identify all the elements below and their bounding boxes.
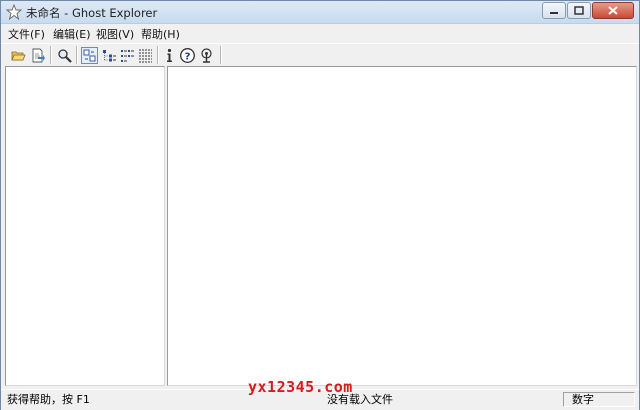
extract-icon (32, 48, 45, 63)
title-bar[interactable]: 未命名 - Ghost Explorer (1, 1, 639, 24)
open-icon (11, 51, 26, 61)
content-panes (1, 66, 639, 388)
status-file-text: 没有载入文件 (327, 393, 393, 406)
ghost-app-icon (6, 4, 22, 20)
toolbar-separator (50, 46, 52, 64)
details-view-button[interactable] (137, 47, 154, 64)
minimize-button[interactable] (542, 2, 566, 19)
window-title: 未命名 - Ghost Explorer (26, 6, 158, 20)
svg-text:?: ? (185, 52, 191, 63)
help-button[interactable]: ? (179, 47, 196, 64)
menu-help[interactable]: 帮助(H) (141, 26, 180, 42)
status-numlock: 数字 (563, 392, 635, 407)
wizard-icon (201, 48, 212, 63)
maximize-button[interactable] (567, 2, 591, 19)
tree-pane[interactable] (5, 66, 165, 386)
watermark-text: yx12345.com (248, 378, 353, 396)
toolbar-separator (220, 46, 222, 64)
menu-bar: 文件(F) 编辑(E) 视图(V) 帮助(H) (1, 24, 639, 42)
find-button[interactable] (56, 47, 73, 64)
details-view-icon (139, 49, 152, 63)
info-icon (167, 48, 172, 62)
file-list-pane[interactable] (167, 66, 637, 386)
list-view-icon (121, 50, 134, 62)
toolbar-separator (157, 46, 159, 64)
toolbar-separator (76, 46, 78, 64)
close-icon (608, 6, 618, 15)
menu-edit[interactable]: 编辑(E) (53, 26, 91, 42)
minimize-icon (550, 12, 558, 14)
main-window: 未命名 - Ghost Explorer 文件(F) 编辑(E) 视图(V) 帮… (0, 0, 640, 410)
maximize-icon (574, 6, 584, 15)
info-button[interactable] (161, 47, 178, 64)
extract-button[interactable] (29, 47, 46, 64)
tree-view-button[interactable] (101, 47, 118, 64)
tree-view-icon (103, 50, 116, 62)
open-button[interactable] (10, 47, 27, 64)
close-button[interactable] (592, 2, 634, 19)
wizard-button[interactable] (198, 47, 215, 64)
toolbar: ? (1, 43, 639, 67)
help-icon: ? (180, 48, 195, 63)
find-icon (58, 49, 72, 63)
window-controls (541, 2, 634, 20)
menu-file[interactable]: 文件(F) (8, 26, 45, 42)
large-icons-view-button[interactable] (81, 47, 98, 64)
list-view-button[interactable] (119, 47, 136, 64)
large-icons-view-icon (83, 49, 96, 62)
menu-view[interactable]: 视图(V) (96, 26, 134, 42)
